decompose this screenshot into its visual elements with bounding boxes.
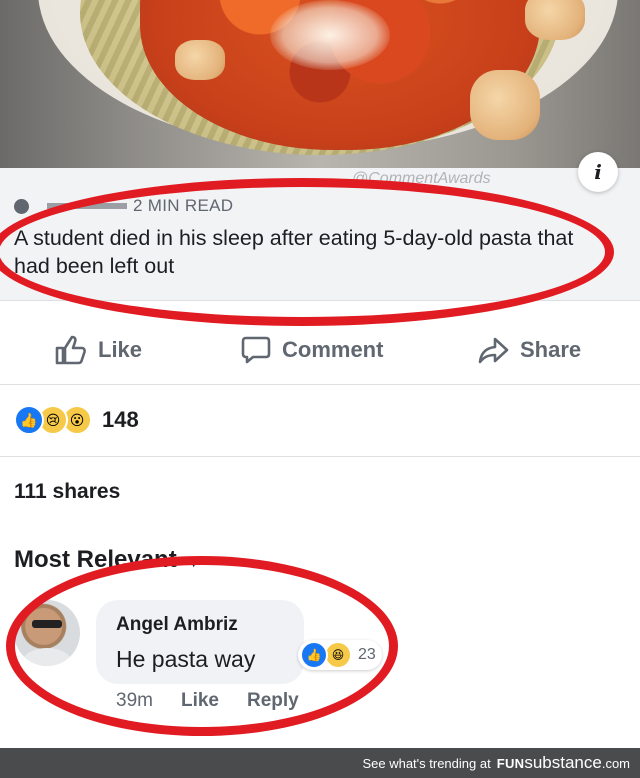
comment-reaction-count: 23 [358, 646, 376, 663]
like-label: Like [98, 337, 143, 362]
source-name-obscured [47, 203, 127, 209]
link-source: 2 MIN READ [14, 196, 233, 216]
post-image[interactable] [0, 0, 640, 168]
footer-brand-bold: FUN [496, 755, 525, 771]
comment-like-button[interactable]: Like [181, 690, 219, 712]
post-action-bar: Like Comment Share [0, 316, 640, 385]
source-logo-icon [14, 198, 29, 214]
comment-reactions[interactable]: 👍 😆 23 [298, 640, 382, 670]
share-button[interactable]: Share [478, 334, 581, 366]
avatar[interactable] [14, 600, 80, 666]
link-headline[interactable]: A student died in his sleep after eating… [14, 224, 614, 280]
read-time: 2 MIN READ [133, 196, 234, 215]
share-count[interactable]: 111 shares [14, 480, 120, 504]
shirt [22, 648, 72, 666]
share-label: Share [520, 337, 582, 362]
comment-meta: 39m Like Reply [116, 690, 327, 712]
chicken-piece [525, 0, 585, 40]
comment-timestamp: 39m [116, 690, 153, 711]
footer-brand-main: substance [524, 753, 602, 772]
like-reaction-icon: 👍 [14, 405, 44, 435]
watermark: @CommentAwards [352, 170, 491, 187]
footer-text: See what's trending at [362, 755, 491, 771]
sunglasses [32, 620, 62, 628]
chevron-down-icon: ▼ [186, 554, 201, 570]
comment-bubble: Angel Ambriz He pasta way [96, 600, 304, 684]
comment-icon [241, 336, 271, 364]
grated-cheese [270, 0, 390, 70]
like-button[interactable]: Like [54, 334, 142, 366]
comment-author[interactable]: Angel Ambriz [116, 614, 238, 636]
comment-label: Comment [282, 337, 384, 362]
haha-reaction-icon: 😆 [324, 641, 352, 669]
share-arrow-icon [478, 337, 509, 364]
funsubstance-footer[interactable]: See what's trending at FUN substance .com [0, 748, 640, 778]
thumbs-up-icon [55, 335, 86, 365]
comment-sort-dropdown[interactable]: Most Relevant ▼ [14, 546, 201, 574]
chicken-piece [470, 70, 540, 140]
comment-sort-label: Most Relevant [14, 546, 177, 573]
chicken-piece [175, 40, 225, 80]
comment-button[interactable]: Comment [240, 334, 383, 366]
comment-text: He pasta way [116, 646, 256, 672]
divider [0, 456, 640, 457]
reactions-summary[interactable]: 👍 😢 😮 148 [14, 404, 139, 436]
info-icon[interactable]: i [578, 152, 618, 192]
like-reaction-icon: 👍 [300, 641, 328, 669]
comment-reply-button[interactable]: Reply [247, 690, 299, 712]
footer-brand-tld: .com [601, 755, 630, 771]
reaction-count: 148 [102, 407, 139, 432]
